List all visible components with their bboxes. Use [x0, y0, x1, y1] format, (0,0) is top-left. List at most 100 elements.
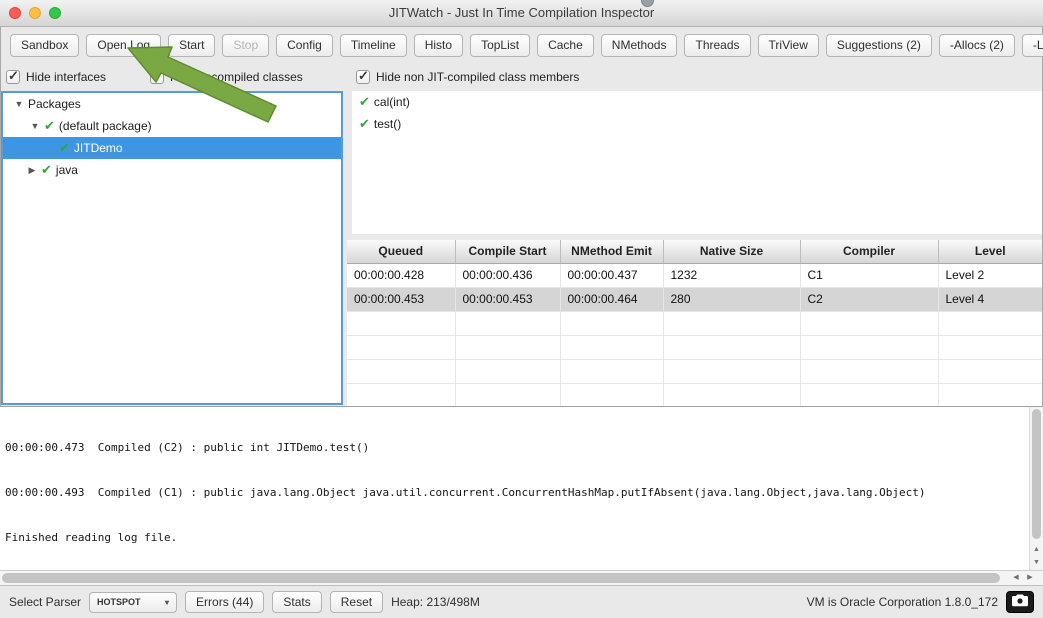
stats-button[interactable]: Stats	[272, 591, 321, 613]
log-output[interactable]: 00:00:00.473 Compiled (C2) : public int …	[0, 406, 1029, 570]
table-row-selected[interactable]: 00:00:00.453 00:00:00.453 00:00:00.464 2…	[347, 287, 1042, 311]
disclosure-expanded-icon[interactable]: ▼	[13, 99, 25, 109]
nmethods-button[interactable]: NMethods	[601, 34, 678, 57]
tree-item-java[interactable]: ▶ ✔ java	[3, 159, 341, 181]
cell-nmethod-emit: 00:00:00.437	[560, 263, 663, 287]
parser-select[interactable]: HOTSPOT ▾	[89, 592, 177, 613]
histo-button[interactable]: Histo	[414, 34, 463, 57]
table-row-empty	[347, 383, 1042, 406]
left-filter-row: ✓ Hide interfaces ✓ Hide uncompiled clas…	[6, 70, 303, 84]
threads-button[interactable]: Threads	[684, 34, 750, 57]
sandbox-button[interactable]: Sandbox	[10, 34, 79, 57]
window-title: JITWatch - Just In Time Compilation Insp…	[0, 0, 1043, 26]
tree-item-label: java	[56, 163, 78, 177]
toplist-button[interactable]: TopList	[470, 34, 530, 57]
zoom-window-button[interactable]	[49, 7, 61, 19]
errors-button[interactable]: Errors (44)	[185, 591, 264, 613]
compiled-check-icon: ✔	[359, 94, 370, 110]
table-row[interactable]: 00:00:00.428 00:00:00.436 00:00:00.437 1…	[347, 263, 1042, 287]
select-parser-label: Select Parser	[9, 595, 81, 609]
start-button[interactable]: Start	[168, 34, 215, 57]
log-vertical-scrollbar[interactable]: ▲ ▼	[1029, 406, 1043, 570]
compiled-check-icon: ✔	[359, 116, 370, 132]
column-header-queued[interactable]: Queued	[347, 240, 455, 263]
close-window-button[interactable]	[9, 7, 21, 19]
heap-label: Heap: 213/498M	[391, 595, 480, 609]
minimize-window-button[interactable]	[29, 7, 41, 19]
open-log-button[interactable]: Open Log	[86, 34, 161, 57]
member-item-cal[interactable]: ✔ cal(int)	[352, 91, 1042, 113]
cell-compile-start: 00:00:00.453	[455, 287, 560, 311]
tree-item-label: (default package)	[59, 119, 152, 133]
cell-level: Level 2	[938, 263, 1042, 287]
tree-item-packages[interactable]: ▼ Packages	[3, 93, 341, 115]
tree-item-default-package[interactable]: ▼ ✔ (default package)	[3, 115, 341, 137]
package-tree: ▼ Packages ▼ ✔ (default package) ✔ JITDe…	[1, 91, 343, 405]
table-row-empty	[347, 311, 1042, 335]
cell-native-size: 1232	[663, 263, 800, 287]
table-row-empty	[347, 359, 1042, 383]
compilation-table: Queued Compile Start NMethod Emit Native…	[347, 240, 1042, 406]
scroll-left-arrow-icon[interactable]: ◀	[1009, 571, 1023, 585]
log-line: 00:00:00.473 Compiled (C2) : public int …	[5, 440, 1024, 455]
cell-native-size: 280	[663, 287, 800, 311]
suggestions-button[interactable]: Suggestions (2)	[826, 34, 932, 57]
scrollbar-thumb[interactable]	[2, 573, 1000, 583]
triview-button[interactable]: TriView	[758, 34, 819, 57]
cell-compiler: C2	[800, 287, 938, 311]
scrollbar-thumb[interactable]	[1032, 409, 1041, 539]
main-toolbar: Sandbox Open Log Start Stop Config Timel…	[0, 28, 1043, 62]
hide-uncompiled-label: Hide uncompiled classes	[170, 70, 303, 84]
tree-item-jitdemo[interactable]: ✔ JITDemo	[3, 137, 341, 159]
table-header-row: Queued Compile Start NMethod Emit Native…	[347, 240, 1042, 263]
cache-button[interactable]: Cache	[537, 34, 594, 57]
stop-button: Stop	[222, 34, 269, 57]
checkbox-checked-icon: ✓	[356, 70, 370, 84]
camera-icon	[1011, 594, 1029, 610]
jitwatch-window: JITWatch - Just In Time Compilation Insp…	[0, 0, 1043, 618]
member-label: cal(int)	[374, 95, 410, 109]
log-horizontal-scrollbar[interactable]: ◀ ▶	[0, 570, 1043, 585]
compiled-check-icon: ✔	[44, 118, 55, 134]
reset-button[interactable]: Reset	[330, 591, 383, 613]
cell-queued: 00:00:00.428	[347, 263, 455, 287]
hide-uncompiled-checkbox[interactable]: ✓ Hide uncompiled classes	[150, 70, 303, 84]
screenshot-button[interactable]	[1006, 591, 1034, 613]
cell-nmethod-emit: 00:00:00.464	[560, 287, 663, 311]
scroll-right-arrow-icon[interactable]: ▶	[1023, 571, 1037, 585]
disclosure-expanded-icon[interactable]: ▼	[29, 121, 41, 131]
column-header-compile-start[interactable]: Compile Start	[455, 240, 560, 263]
parser-value: HOTSPOT	[97, 597, 141, 607]
scroll-down-arrow-icon[interactable]: ▼	[1030, 556, 1043, 569]
compiled-check-icon: ✔	[41, 162, 52, 178]
member-item-test[interactable]: ✔ test()	[352, 113, 1042, 135]
column-header-nmethod-emit[interactable]: NMethod Emit	[560, 240, 663, 263]
window-controls	[9, 7, 61, 19]
config-button[interactable]: Config	[276, 34, 333, 57]
scrollbar-arrows: ▲ ▼	[1030, 543, 1043, 569]
locks-button[interactable]: -Locks (0)	[1022, 34, 1043, 57]
vm-label: VM is Oracle Corporation 1.8.0_172	[807, 595, 998, 609]
timeline-button[interactable]: Timeline	[340, 34, 407, 57]
scroll-up-arrow-icon[interactable]: ▲	[1030, 543, 1043, 556]
scrollbar-arrows: ◀ ▶	[1009, 571, 1037, 585]
cell-compile-start: 00:00:00.436	[455, 263, 560, 287]
disclosure-collapsed-icon[interactable]: ▶	[26, 165, 38, 176]
log-line: Finished reading log file.	[5, 530, 1024, 545]
cell-level: Level 4	[938, 287, 1042, 311]
allocs-button[interactable]: -Allocs (2)	[939, 34, 1015, 57]
hide-interfaces-checkbox[interactable]: ✓ Hide interfaces	[6, 70, 106, 84]
tree-item-label: Packages	[28, 97, 81, 111]
column-header-compiler[interactable]: Compiler	[800, 240, 938, 263]
column-header-level[interactable]: Level	[938, 240, 1042, 263]
hide-interfaces-label: Hide interfaces	[26, 70, 106, 84]
member-label: test()	[374, 117, 401, 131]
cell-compiler: C1	[800, 263, 938, 287]
titlebar[interactable]: JITWatch - Just In Time Compilation Insp…	[0, 0, 1043, 27]
checkbox-checked-icon: ✓	[150, 70, 164, 84]
checkbox-checked-icon: ✓	[6, 70, 20, 84]
compiled-check-icon: ✔	[59, 140, 70, 156]
column-header-native-size[interactable]: Native Size	[663, 240, 800, 263]
cell-queued: 00:00:00.453	[347, 287, 455, 311]
hide-non-jit-checkbox[interactable]: ✓ Hide non JIT-compiled class members	[356, 70, 579, 84]
